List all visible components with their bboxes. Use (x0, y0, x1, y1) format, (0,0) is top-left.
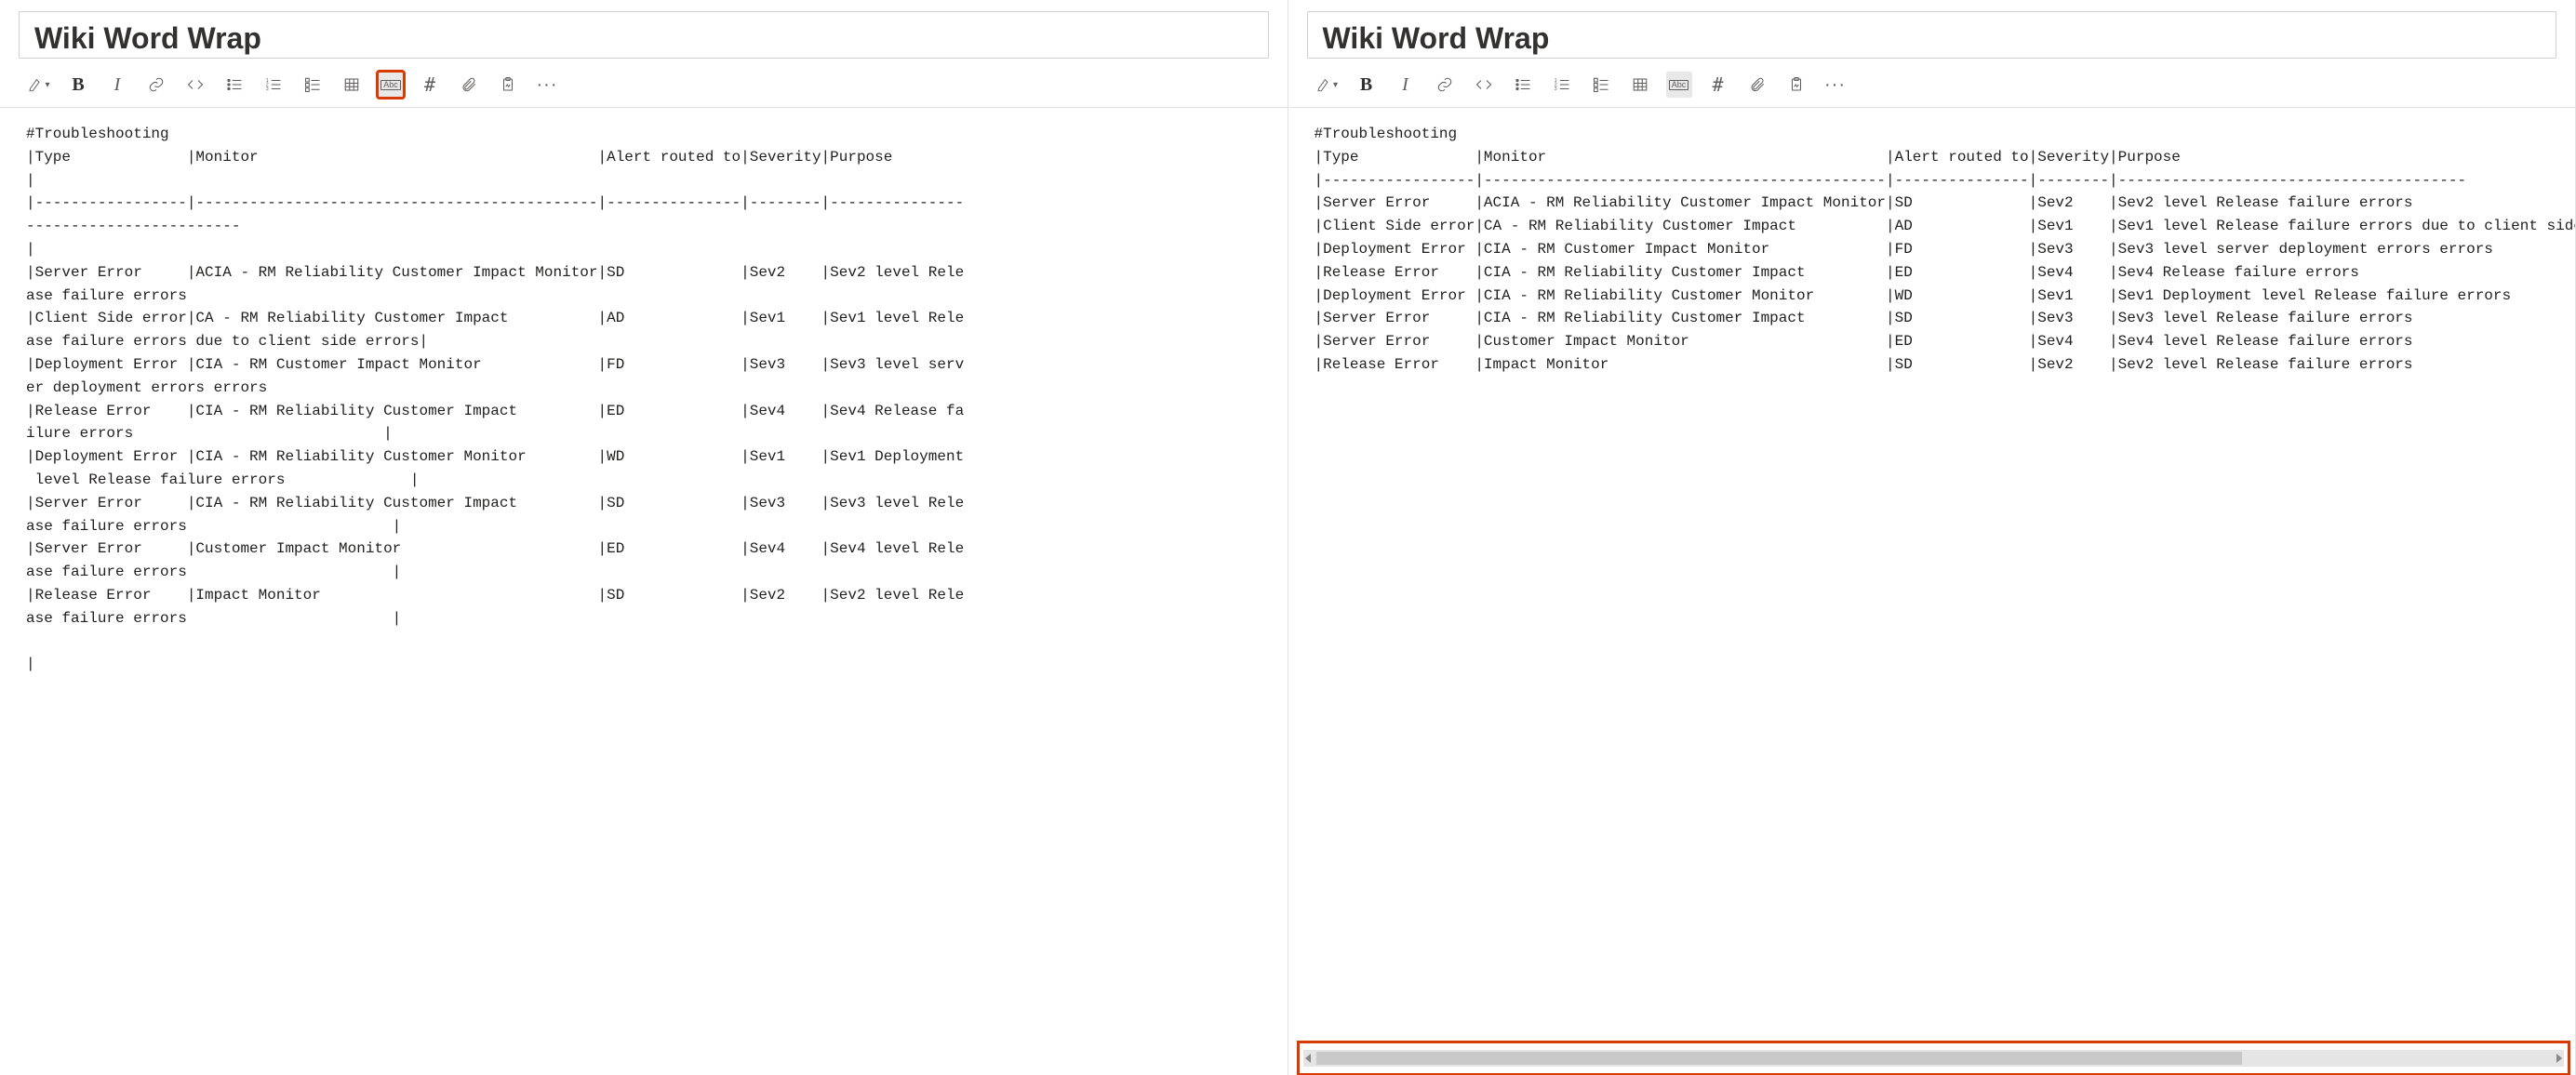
page-title: Wiki Word Wrap (1323, 21, 2542, 56)
editor-content-area[interactable]: #Troubleshooting |Type |Monitor |Alert r… (0, 108, 1288, 1075)
editor-text[interactable]: #Troubleshooting |Type |Monitor |Alert r… (0, 108, 1288, 691)
attach-button[interactable] (1744, 72, 1770, 98)
toolbar: ▾ B I 123 Abc # ··· (0, 62, 1288, 108)
abc-icon: Abc (380, 80, 401, 90)
italic-button[interactable]: I (104, 72, 130, 98)
table-button[interactable] (1627, 72, 1653, 98)
svg-text:3: 3 (266, 86, 269, 92)
bullet-list-button[interactable] (221, 72, 247, 98)
horizontal-scrollbar-highlight (1300, 1043, 2569, 1073)
editor-pane-left: Wiki Word Wrap ▾ B I 123 Abc # ··· #Trou… (0, 0, 1288, 1075)
numbered-list-button[interactable]: 123 (260, 72, 287, 98)
code-button[interactable] (182, 72, 208, 98)
checklist-button[interactable] (1588, 72, 1614, 98)
scrollbar-thumb[interactable] (1316, 1052, 2552, 1065)
editor-content-area[interactable]: #Troubleshooting |Type |Monitor |Alert r… (1288, 108, 2576, 1075)
page-title: Wiki Word Wrap (34, 21, 1253, 56)
bullet-list-button[interactable] (1510, 72, 1536, 98)
word-wrap-button[interactable]: Abc (1666, 72, 1692, 98)
link-button[interactable] (143, 72, 169, 98)
table-button[interactable] (339, 72, 365, 98)
link-button[interactable] (1432, 72, 1458, 98)
format-dropdown[interactable]: ▾ (1315, 72, 1341, 98)
mention-hash-button[interactable]: # (417, 72, 443, 98)
paste-markdown-button[interactable] (1783, 72, 1809, 98)
title-input[interactable]: Wiki Word Wrap (1307, 11, 2557, 59)
toolbar: ▾ B I 123 Abc # ··· (1288, 62, 2576, 108)
bold-button[interactable]: B (65, 72, 91, 98)
more-button[interactable]: ··· (1822, 72, 1849, 98)
numbered-list-button[interactable]: 123 (1549, 72, 1575, 98)
code-button[interactable] (1471, 72, 1497, 98)
editor-text[interactable]: #Troubleshooting |Type |Monitor |Alert r… (1288, 108, 2576, 392)
italic-button[interactable]: I (1393, 72, 1419, 98)
more-button[interactable]: ··· (534, 72, 560, 98)
attach-button[interactable] (456, 72, 482, 98)
word-wrap-button[interactable]: Abc (378, 72, 404, 98)
horizontal-scrollbar[interactable] (1303, 1050, 2565, 1067)
paste-markdown-button[interactable] (495, 72, 521, 98)
svg-text:3: 3 (1554, 86, 1556, 92)
format-dropdown[interactable]: ▾ (26, 72, 52, 98)
abc-icon: Abc (1669, 80, 1689, 90)
title-input[interactable]: Wiki Word Wrap (19, 11, 1269, 59)
mention-hash-button[interactable]: # (1705, 72, 1731, 98)
checklist-button[interactable] (300, 72, 326, 98)
editor-pane-right: Wiki Word Wrap ▾ B I 123 Abc # ··· #Trou… (1288, 0, 2576, 1075)
bold-button[interactable]: B (1354, 72, 1380, 98)
